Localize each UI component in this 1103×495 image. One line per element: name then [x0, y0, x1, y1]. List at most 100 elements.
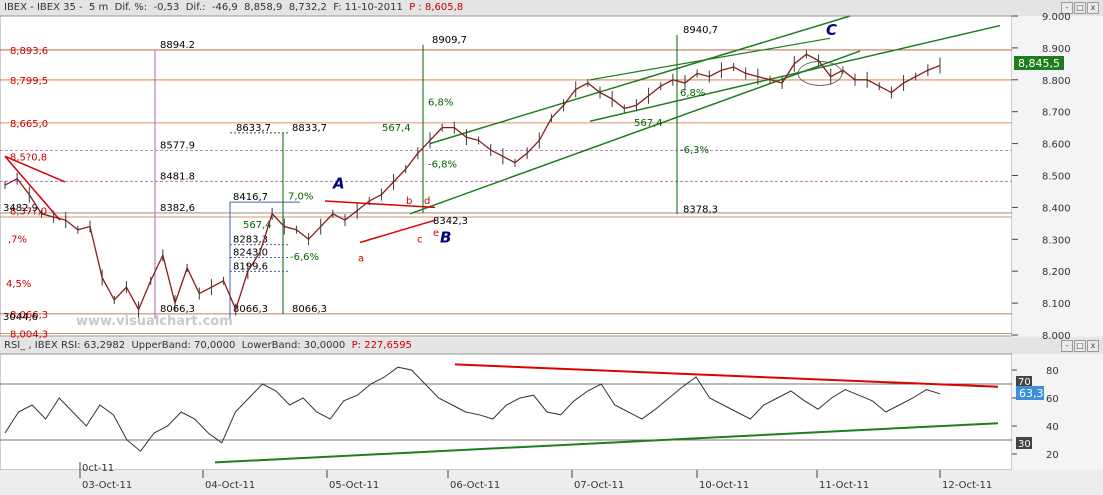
level-label: 8,799,5 — [10, 76, 48, 87]
ann-sub: c — [417, 234, 423, 245]
trend-channel-line — [409, 50, 861, 215]
rsi-line — [4, 366, 941, 452]
triangle-line — [359, 219, 436, 244]
triangle-line — [324, 200, 436, 209]
ann-pct: -6,3% — [680, 145, 709, 156]
rsi-value: 63,2982 — [83, 340, 126, 351]
rsi-axis-label: 20 — [1046, 450, 1059, 461]
ann-sub: b — [406, 196, 412, 207]
ann-pct: 4,5% — [6, 279, 31, 290]
rsi-value-badge-bg — [1016, 386, 1044, 400]
x-axis-label: 05-Oct-11 — [329, 480, 379, 491]
p-label: P : — [409, 2, 422, 13]
time-axis: 0ct-11 03-Oct-11 04-Oct-11 05-Oct-11 06-Oct-… — [79, 462, 992, 491]
maximize-button[interactable]: □ — [1074, 2, 1086, 14]
rsi-upper-badge: 70 — [1018, 377, 1031, 388]
symbol-label: IBEX - IBEX 35 - — [4, 2, 83, 13]
x-axis-label: 11-Oct-11 — [819, 480, 869, 491]
level-value-label: 8342,3 — [433, 216, 468, 227]
rsi-axis: 80 60 40 20 — [1012, 366, 1059, 461]
x-axis-label: 12-Oct-11 — [942, 480, 992, 491]
rsi-window-buttons: - □ x — [1061, 340, 1099, 352]
chart-canvas: 8,893,6 8,799,5 8,665,0 8,5?0,8 8,37?,0 8,066… — [0, 12, 1103, 495]
trend-channel-line — [589, 37, 831, 81]
rsi-plot-area — [0, 353, 1013, 471]
price-line — [4, 53, 941, 312]
x-axis-label: 06-Oct-11 — [450, 480, 500, 491]
dif-label: Dif.: — [185, 2, 206, 13]
price-axis-label: 8.300 — [1042, 235, 1071, 246]
rsi-axis-strip — [1012, 354, 1103, 470]
ann-wave: C — [826, 21, 837, 39]
level-value-label: 8940,7 — [683, 25, 718, 36]
minimize-button[interactable]: - — [1061, 2, 1073, 14]
rsi-lower-badge: 30 — [1018, 439, 1031, 450]
ann-wave: B — [440, 228, 451, 246]
chart-window: IBEX - IBEX 35 - 5 m Dif. %: -0,53 Dif.:… — [0, 0, 1103, 495]
price-plot-area — [0, 15, 1013, 337]
price-pane-header: IBEX - IBEX 35 - 5 m Dif. %: -0,53 Dif.:… — [0, 0, 1103, 16]
level-value-label: 8833,7 — [292, 123, 327, 134]
date-label: F: — [333, 2, 342, 13]
x-axis-label: 03-Oct-11 — [82, 480, 132, 491]
price-overlays: 8894.2 8577.9 8481.8 8382,6 8066,3 8633,7 8416… — [3, 15, 1001, 323]
rsi-axis-label: 80 — [1046, 366, 1059, 377]
level-value-label: 8199,6 — [233, 261, 268, 272]
price-axis: 9.0008.9008.8008.7008.6008.5008.4008.300… — [1012, 12, 1071, 342]
level-value-label: 8416,7 — [233, 192, 268, 203]
triangle-line — [4, 155, 61, 221]
level-value-label: 8066,3 — [292, 304, 327, 315]
watermark: www.visualchart.com — [76, 314, 233, 329]
level-label: 8,37?,0 — [10, 207, 47, 218]
rsi-lower-badge-bg — [1016, 437, 1032, 449]
rsi-bands — [0, 363, 1012, 464]
price-axis-label: 8.400 — [1042, 203, 1071, 214]
level-value-label: 8577.9 — [160, 141, 195, 152]
x-axis-label: 04-Oct-11 — [205, 480, 255, 491]
rsi-upper-badge-bg — [1016, 376, 1032, 386]
price-axis-label: 8.700 — [1042, 108, 1071, 119]
triangle-line — [4, 155, 66, 183]
close-button[interactable]: x — [1087, 2, 1099, 14]
level-value-label: 3044,6 — [3, 312, 38, 323]
price-axis-label: 8.200 — [1042, 267, 1071, 278]
level-value-label: 8382,6 — [160, 203, 195, 214]
x-axis-label: 10-Oct-11 — [699, 480, 749, 491]
rsi-axis-label: 60 — [1046, 394, 1059, 405]
rsi-maximize-button[interactable]: □ — [1074, 340, 1086, 352]
max-value: 8,858,9 — [244, 2, 283, 13]
ann-pct: -6,8% — [428, 160, 457, 171]
ann-sub: a — [358, 254, 364, 265]
level-label: 8,665,0 — [10, 119, 48, 130]
price-axis-label: 8.500 — [1042, 172, 1071, 183]
last-price-badge: 8,845,5 — [1018, 57, 1060, 70]
rsi-p-label: P: — [351, 340, 362, 351]
rsi-pane-header: RSI_ , IBEX RSI: 63,2982 UpperBand: 70,0… — [0, 338, 1103, 354]
rsi-p-value: 227,6595 — [364, 340, 412, 351]
price-axis-label: 8.100 — [1042, 299, 1071, 310]
highlight-circle — [797, 61, 843, 86]
interval-label: 5 m — [88, 2, 109, 13]
lower-band-label: LowerBand: — [241, 340, 301, 351]
ann-pct: 6,8% — [428, 97, 453, 108]
time-axis-strip — [0, 470, 1103, 495]
rsi-minimize-button[interactable]: - — [1061, 340, 1073, 352]
price-axis-label: 8.600 — [1042, 140, 1071, 151]
rsi-axis-label: 40 — [1046, 422, 1059, 433]
lower-band-value: 30,0000 — [303, 340, 346, 351]
dif-pct-value: -0,53 — [153, 2, 180, 13]
level-value-label: 8283,3 — [233, 235, 268, 246]
p-value: 8,605,8 — [425, 2, 464, 13]
ann-pct: 567,4 — [634, 118, 663, 129]
x-axis-month-label: 0ct-11 — [82, 463, 114, 474]
ann-pct: 6,8% — [680, 88, 705, 99]
level-value-label: 3482,9 — [3, 203, 38, 214]
ann-pct: 567,4 — [382, 123, 411, 134]
level-value-label: 8066,3 — [160, 304, 195, 315]
ann-pct: ,7% — [8, 234, 27, 245]
rsi-close-button[interactable]: x — [1087, 340, 1099, 352]
x-axis-label: 07-Oct-11 — [574, 480, 624, 491]
ann-sub: d — [424, 196, 430, 207]
ann-pct: 7,0% — [288, 191, 313, 202]
trend-channel-line — [429, 15, 851, 145]
